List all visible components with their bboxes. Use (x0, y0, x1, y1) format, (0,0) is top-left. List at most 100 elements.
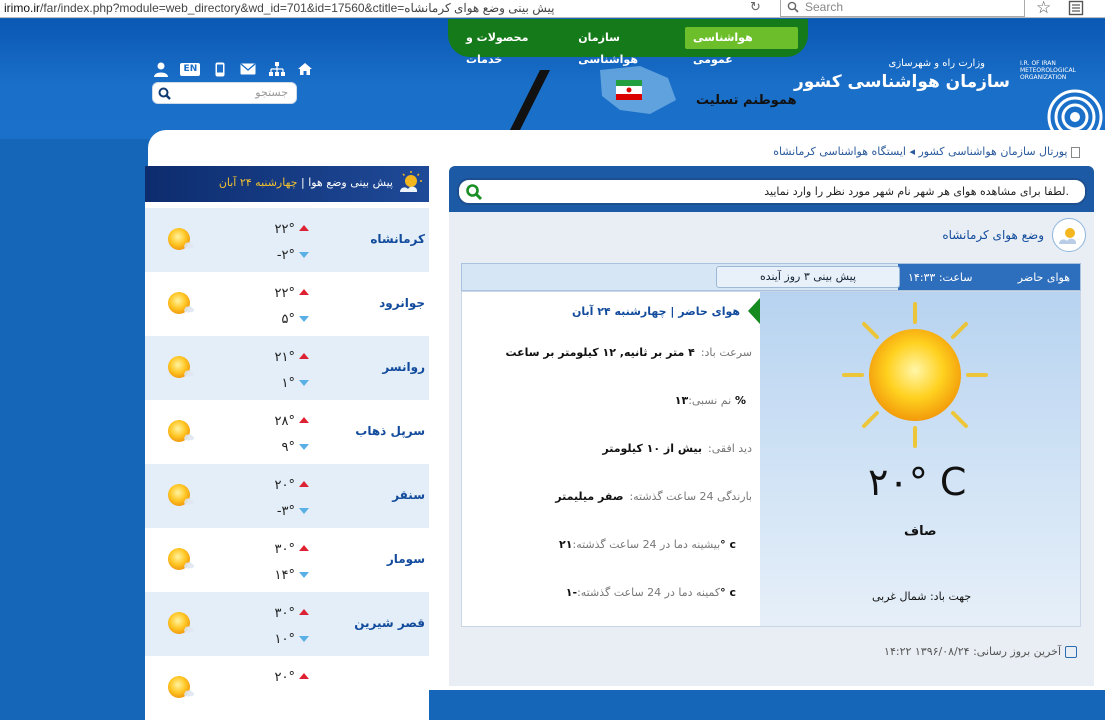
mourning-text: هموطنم تسلیت (696, 93, 797, 108)
max-temp-label: بیشینه دما در 24 ساعت گذشته: (572, 538, 721, 551)
city-max-temp: ۳۰° (274, 542, 295, 557)
city-row[interactable]: ۲۰° (145, 656, 429, 720)
wind-speed-value: ۴ متر بر ثانیه, ۱۲ کیلومتر بر ساعت (505, 346, 695, 359)
max-arrow-icon (299, 289, 309, 295)
site-search-input[interactable]: جستجو (152, 82, 297, 104)
mourning-ribbon-icon (510, 70, 550, 130)
sunny-icon (163, 478, 197, 515)
city-max-temp: ۳۰° (274, 606, 295, 621)
sitemap-icon[interactable] (268, 61, 286, 77)
user-icon[interactable] (152, 61, 170, 77)
browser-toolbar: irimo.ir/far/index.php?module=web_direct… (0, 0, 1105, 18)
visibility-label: دید افقی: (708, 442, 752, 455)
city-row[interactable]: سنقر ۲۰° -۳° (145, 464, 429, 528)
city-min-temp: ۱۰° (274, 632, 295, 647)
city-forecast-panel: پیش بینی وضع هوا | چهارشنبه ۲۴ آبان کرما… (145, 166, 429, 720)
station-heading: وضع هوای کرمانشاه (942, 218, 1086, 252)
refresh-icon (1065, 646, 1077, 658)
browser-search-input[interactable]: Search (780, 0, 1025, 17)
city-min-temp: ۱۴° (274, 568, 295, 583)
home-icon[interactable] (296, 61, 314, 77)
station-title: وضع هوای کرمانشاه (942, 228, 1044, 242)
city-max-temp: ۲۲° (274, 222, 295, 237)
city-max-temp: ۲۰° (274, 670, 295, 685)
city-max-temp: ۲۰° (274, 478, 295, 493)
sunny-icon (163, 286, 197, 323)
breadcrumb-text: پورتال سازمان هواشناسی کشور ◂ ایستگاه هو… (773, 145, 1068, 158)
forecast-date: چهارشنبه ۲۴ آبان (218, 176, 298, 189)
sun-icon (842, 302, 988, 448)
tab-current-weather[interactable]: هوای حاضر ساعت: ۱۴:۳۳ (898, 264, 1080, 290)
nav-general-meteorology[interactable]: هواشناسی عمومی (685, 27, 798, 66)
min-arrow-icon (299, 444, 309, 450)
org-logo[interactable]: وزارت راه و شهرسازی سازمان هواشناسی کشور… (794, 52, 1105, 145)
heading-flag-icon (748, 298, 760, 324)
max-arrow-icon (299, 545, 309, 551)
wind-direction: جهت باد: شمال غربی (872, 590, 972, 603)
rain-label: بارندگی 24 ساعت گذشته: (629, 490, 752, 503)
mail-icon[interactable] (239, 61, 257, 77)
city-row[interactable]: سومار ۳۰° ۱۴° (145, 528, 429, 592)
min-arrow-icon (299, 252, 309, 258)
city-row[interactable]: جوانرود ۲۲° ۵° (145, 272, 429, 336)
city-min-temp: ۱° (281, 376, 295, 391)
sunny-icon (163, 606, 197, 643)
city-row[interactable]: روانسر ۲۱° ۱° (145, 336, 429, 400)
search-icon[interactable] (158, 87, 171, 100)
bookmark-star-icon[interactable]: ☆ (1036, 0, 1051, 18)
forecast-panel-header: پیش بینی وضع هوا | چهارشنبه ۲۴ آبان (145, 166, 429, 202)
max-arrow-icon (299, 417, 309, 423)
url-bar[interactable]: irimo.ir/far/index.php?module=web_direct… (4, 1, 554, 15)
sun-cloud-icon (1052, 218, 1086, 252)
reload-icon[interactable]: ↻ (750, 0, 764, 16)
sunny-icon (163, 542, 197, 579)
nav-organization[interactable]: سازمان هواشناسی (570, 27, 685, 66)
city-name[interactable]: روانسر (382, 360, 425, 374)
min-arrow-icon (299, 572, 309, 578)
rain-row: بارندگی 24 ساعت گذشته: صفر میلیمتر (555, 490, 752, 503)
last-update-text: آخرین بروز رسانی: ۱۳۹۶/۰۸/۲۴ ۱۴:۲۲ (884, 645, 1061, 658)
city-row[interactable]: سرپل ذهاب ۲۸° ۹° (145, 400, 429, 464)
tab-now-label: هوای حاضر (1017, 270, 1070, 284)
forecast-panel-title: پیش بینی وضع هوا | چهارشنبه ۲۴ آبان (218, 176, 393, 189)
city-name[interactable]: قصر شیرین (354, 616, 425, 630)
current-weather-detail: ۲۰° C صاف جهت باد: شمال غربی هوای حاضر |… (461, 291, 1081, 627)
sky-visual: ۲۰° C صاف جهت باد: شمال غربی (760, 292, 1080, 626)
wind-speed-row: سرعت باد: ۴ متر بر ثانیه, ۱۲ کیلومتر بر س… (506, 346, 753, 359)
city-name[interactable]: سرپل ذهاب (355, 424, 425, 438)
city-row[interactable]: قصر شیرین ۳۰° ۱۰° (145, 592, 429, 656)
url-path: /far/index.php?module=web_directory&wd_i… (40, 1, 555, 15)
city-name[interactable]: کرمانشاه (370, 232, 425, 246)
city-min-temp: ۵° (281, 312, 295, 327)
page-icon (1071, 146, 1080, 158)
city-name[interactable]: سومار (387, 552, 425, 566)
reader-list-icon[interactable] (1068, 0, 1084, 16)
city-min-temp: -۲° (276, 248, 295, 263)
tab-three-day-forecast[interactable]: پیش بینی ۳ روز آینده (716, 266, 900, 288)
search-icon[interactable] (465, 183, 483, 201)
wind-speed-label: سرعت باد: (700, 346, 752, 359)
city-name[interactable]: جوانرود (379, 296, 425, 310)
current-weather-date: هوای حاضر | چهارشنبه ۲۴ آبان (571, 304, 740, 318)
sunny-icon (163, 222, 197, 259)
sunny-icon (163, 350, 197, 387)
browser-search-placeholder: Search (805, 0, 844, 14)
city-name[interactable]: سنقر (392, 488, 425, 502)
min-temp-row: کمینه دما در 24 ساعت گذشته:-۱° c (566, 586, 752, 599)
site-search-placeholder: جستجو (255, 86, 288, 99)
city-max-temp: ۲۱° (274, 350, 295, 365)
breadcrumb[interactable]: پورتال سازمان هواشناسی کشور ◂ ایستگاه هو… (773, 145, 1080, 158)
humidity-row: نم نسبی:۱۳ % (675, 394, 752, 407)
language-badge[interactable]: EN (180, 62, 201, 76)
max-arrow-icon (299, 609, 309, 615)
city-min-temp: -۳° (276, 504, 295, 519)
station-panel: لطفا برای مشاهده هوای هر شهر نام شهر مور… (449, 166, 1094, 686)
condition-label: صاف (904, 524, 937, 539)
city-search-input[interactable]: لطفا برای مشاهده هوای هر شهر نام شهر مور… (457, 178, 1087, 205)
city-row[interactable]: کرمانشاه ۲۲° -۲° (145, 208, 429, 272)
sunny-icon (163, 670, 197, 707)
mobile-icon[interactable] (211, 61, 229, 77)
search-icon (787, 1, 799, 13)
max-arrow-icon (299, 353, 309, 359)
nav-products[interactable]: محصولات و خدمات (458, 27, 570, 66)
